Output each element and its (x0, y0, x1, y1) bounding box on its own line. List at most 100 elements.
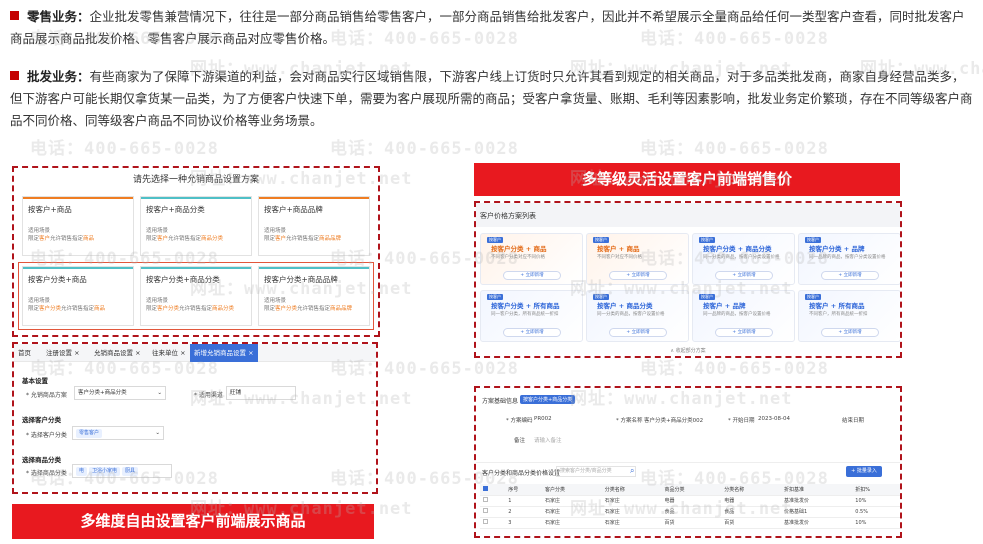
table-row[interactable]: 3 石家庄 石家庄 百货 百货 基准批发价 10% (480, 517, 900, 529)
goods-chip[interactable]: 卫浴小家电 (89, 467, 121, 476)
price-card-title: 按客户 + 品牌 (703, 302, 746, 310)
add-now-button[interactable]: + 立即新增 (609, 328, 667, 337)
wholesale-paragraph: 批发业务：有些商家为了保障下游渠道的利益，会对商品实行区域销售限，下游客户线上订… (10, 66, 975, 132)
watermark-text: 电话：400-665-0028 (640, 139, 829, 159)
start-date-value[interactable]: 2023-08-04 (758, 416, 790, 422)
price-panel-title: 客户价格方案列表 (480, 212, 536, 220)
column-header[interactable]: 序号 (505, 484, 543, 496)
tab-allowed-goods[interactable]: 允销商品设置 × (90, 344, 145, 362)
scheme-card[interactable]: 按客户+商品分类 适用场景 限定客户允许销售指定商品分类 (140, 196, 252, 256)
tab-new-allowed-goods[interactable]: 新增允销商品设置 × (190, 344, 258, 362)
goods-category-select[interactable]: 电卫浴小家电 厨具 (72, 464, 172, 478)
grid-header-row: 序号 客户分类 分类名称 商品分类 分类名称 折扣基准 折扣% (480, 484, 900, 496)
column-header[interactable]: 商品分类 (661, 484, 722, 496)
column-header[interactable]: 客户分类 (542, 484, 602, 496)
row-checkbox[interactable] (480, 495, 506, 507)
table-cell: 石家庄 (601, 495, 662, 507)
detail-panel: 方案基础信息 按客户分类+商品分类 * 方案编码 PR002 * 方案名称 客户… (476, 388, 900, 536)
table-cell: 基准批发价 (781, 495, 853, 507)
price-scheme-card[interactable]: 按客户 按客户 + 商品 不同客户对应不同价格 + 立即新增 (586, 233, 689, 285)
scheme-panel: 请先选择一种允销商品设置方案 按客户+商品 适用场景 限定客户允许销售指定商品 按客户… (16, 170, 376, 333)
price-card-title: 按客户分类 + 商品分类 (703, 245, 772, 253)
channel-select[interactable]: 旺铺 (226, 386, 296, 400)
price-scheme-card[interactable]: 按客户 按客户分类 + 品牌 同一品牌的商品，按客户分类设置价格 + 立即新增 (798, 233, 900, 285)
price-scheme-card[interactable]: 按客户 按客户分类 + 所有商品 同一客户分类，所有商品统一折扣 + 立即新增 (480, 290, 583, 342)
column-header[interactable]: 折扣基准 (781, 484, 853, 496)
table-cell: 石家庄 (542, 506, 602, 518)
desc-mid: 允许销售指定 (50, 236, 84, 242)
add-now-button[interactable]: + 立即新增 (503, 271, 561, 280)
name-value[interactable]: 客户分类+商品分类002 (644, 416, 703, 424)
collapse-link-label: 收起部分方案 (675, 348, 706, 354)
batch-entry-button[interactable]: + 批量录入 (846, 466, 882, 477)
price-scheme-card[interactable]: 按客户 按客户 + 商品分类 同一分类的商品，按客户设置价格 + 立即新增 (586, 290, 689, 342)
basic-settings-title: 基本设置 (22, 377, 48, 385)
retail-title: 零售业务： (27, 9, 90, 24)
column-header[interactable]: 折扣% (852, 484, 900, 496)
scheme-card[interactable]: 按客户+商品品牌 适用场景 限定客户允许销售指定商品品牌 (258, 196, 370, 256)
price-panel-header (476, 203, 900, 227)
watermark-text: 电话：400-665-0028 (30, 139, 219, 159)
customer-chip[interactable]: 零售客户 (76, 429, 103, 438)
bullet-square-icon (10, 71, 19, 80)
select-all-checkbox[interactable] (480, 484, 506, 496)
table-row[interactable]: 1 石家庄 石家庄 电器 电器 基准批发价 10% (480, 495, 900, 507)
table-cell: 食品 (721, 506, 782, 518)
search-icon[interactable]: ⌕ (630, 466, 634, 476)
goods-chip[interactable]: 电 (76, 467, 88, 476)
tab-partners[interactable]: 往来单位 × (148, 344, 190, 362)
row-checkbox[interactable] (480, 506, 506, 518)
price-scheme-card[interactable]: 按客户 按客户 + 所有商品 不同客户，所有商品统一折扣 + 立即新增 (798, 290, 900, 342)
price-card-title: 按客户 + 商品 (597, 245, 640, 253)
desc-prefix: 限定 (28, 236, 40, 242)
scheme-card[interactable]: 按客户+商品 适用场景 限定客户允许销售指定商品 (22, 196, 134, 256)
note-input[interactable]: 请输入备注 (534, 436, 562, 444)
grid-search-input[interactable]: 搜索客户分类/商品分类 (556, 466, 636, 477)
add-now-button[interactable]: + 立即新增 (503, 328, 561, 337)
add-now-button[interactable]: + 立即新增 (821, 271, 879, 280)
collapse-link[interactable]: ∧ 收起部分方案 (476, 347, 900, 354)
table-cell: 百货 (661, 517, 722, 529)
desc-mid: 允许销售指定 (286, 236, 320, 242)
scene-label: 适用场景 (264, 228, 287, 234)
desc-highlight: 商品分类 (201, 236, 224, 242)
channel-select-value: 旺铺 (230, 390, 242, 396)
scheme-label: * 允销商品方案 (26, 392, 67, 399)
price-scheme-card[interactable]: 按客户 按客户分类 + 商品 不同客户分类对应不同价格 + 立即新增 (480, 233, 583, 285)
tab-home[interactable]: 首页 (14, 344, 35, 362)
scheme-panel-title: 请先选择一种允销商品设置方案 (132, 175, 259, 185)
row-checkbox[interactable] (480, 517, 506, 529)
table-cell: 石家庄 (542, 495, 602, 507)
table-cell: 百货 (721, 517, 782, 529)
info-tag: 按客户分类+商品分类 (520, 395, 576, 404)
price-scheme-card[interactable]: 按客户 按客户分类 + 商品分类 同一分类的商品，按客户分类设置价格 + 立即新增 (692, 233, 795, 285)
price-scheme-card[interactable]: 按客户 按客户 + 品牌 同一品牌的商品，按客户设置价格 + 立即新增 (692, 290, 795, 342)
right-banner: 多等级灵活设置客户前端销售价 (474, 163, 900, 196)
code-value[interactable]: PR002 (534, 416, 552, 422)
scheme-card-title: 按客户+商品分类 (146, 205, 205, 214)
column-header[interactable]: 分类名称 (721, 484, 782, 496)
add-now-button[interactable]: + 立即新增 (609, 271, 667, 280)
price-card-title: 按客户 + 商品分类 (597, 302, 653, 310)
watermark-text: 电话：400-665-0028 (330, 139, 519, 159)
grid-title: 客户分类和商品分类价格设置 (482, 470, 561, 477)
retail-paragraph: 零售业务：企业批发零售兼营情况下，往往是一部分商品销售给零售客户，一部分商品销售… (10, 6, 975, 50)
desc-highlight: 客户 (275, 236, 287, 242)
goods-category-title: 选择商品分类 (22, 456, 61, 464)
scheme-select[interactable]: 客户分类+商品分类 ⌄ (74, 386, 166, 400)
table-cell: 10% (852, 495, 900, 507)
customer-category-select[interactable]: 零售客户 ⌄ (72, 426, 164, 440)
add-now-button[interactable]: + 立即新增 (821, 328, 879, 337)
add-now-button[interactable]: + 立即新增 (715, 328, 773, 337)
add-now-button[interactable]: + 立即新增 (715, 271, 773, 280)
table-cell: 石家庄 (601, 506, 662, 518)
table-cell: 10% (852, 517, 900, 529)
desc-highlight: 商品品牌 (319, 236, 342, 242)
goods-chip[interactable]: 厨具 (122, 467, 139, 476)
desc-prefix: 限定 (264, 236, 276, 242)
column-header[interactable]: 分类名称 (601, 484, 662, 496)
table-row[interactable]: 2 石家庄 石家庄 食品 食品 价格基础1 0.5% (480, 506, 900, 518)
tab-register-settings[interactable]: 注册设置 × (42, 344, 84, 362)
desc-highlight: 客户 (157, 236, 169, 242)
table-cell: 石家庄 (601, 517, 662, 529)
